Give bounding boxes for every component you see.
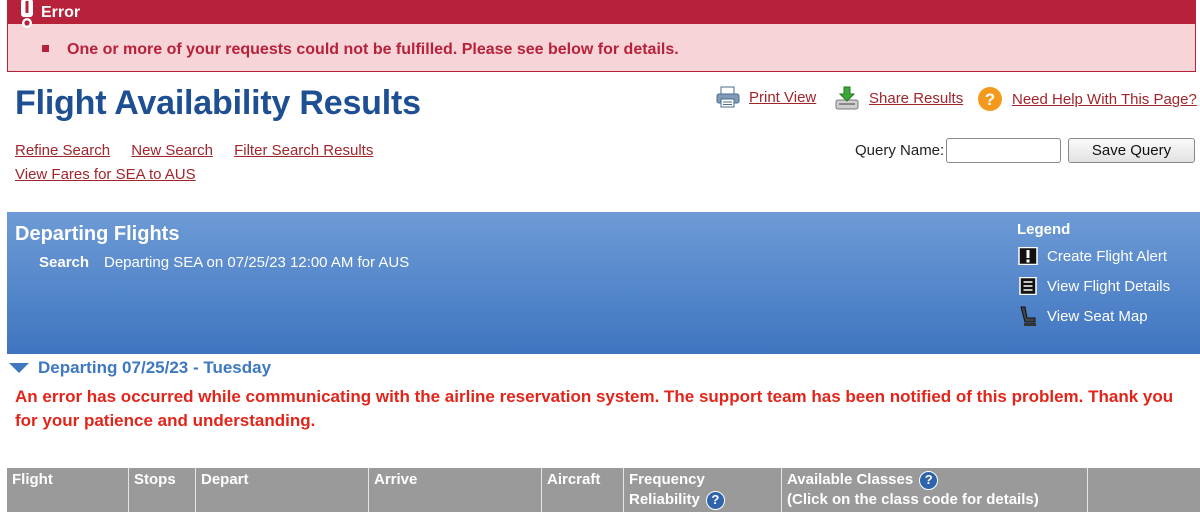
download-icon [835,86,859,110]
col-flight[interactable]: Flight [7,468,129,512]
col-aircraft[interactable]: Aircraft [542,468,624,512]
col-reliability-label: Reliability [629,491,700,508]
triangle-down-icon [9,363,29,373]
filter-results-link[interactable]: Filter Search Results [234,142,373,159]
svg-text:?: ? [985,90,995,109]
details-icon [1017,276,1039,296]
help-icon: ? [978,87,1002,111]
departing-flights-panel: Departing Flights Search Departing SEA o… [7,212,1200,354]
error-message: One or more of your requests could not b… [42,41,679,59]
legend-create-alert[interactable]: Create Flight Alert [1017,246,1167,266]
col-classes-label: Available Classes [787,471,914,488]
new-search-link[interactable]: New Search [131,142,213,159]
bullet-icon [42,45,49,53]
legend-seat-map[interactable]: View Seat Map [1017,306,1148,326]
error-message-text: One or more of your requests could not b… [67,41,679,58]
error-header: Error [8,0,1195,28]
classes-help-icon[interactable]: ? [919,470,939,490]
col-classes-hint: (Click on the class code for details) [787,491,1039,508]
error-banner: Error One or more of your requests could… [7,0,1196,72]
exclamation-icon [21,0,33,28]
print-view-link[interactable]: Print View [716,86,816,108]
col-depart[interactable]: Depart [196,468,369,512]
search-label: Search [39,254,90,271]
system-error-message: An error has occurred while communicatin… [15,387,1174,430]
alert-icon [1017,246,1039,266]
query-name-label: Query Name: [855,142,945,159]
departing-date-toggle[interactable]: Departing 07/25/23 - Tuesday [8,358,271,378]
legend-seat-map-label: View Seat Map [1047,307,1148,325]
legend-create-alert-label: Create Flight Alert [1047,247,1168,265]
col-arrive[interactable]: Arrive [369,468,542,512]
legend-flight-details-label: View Flight Details [1047,277,1171,295]
need-help-label: Need Help With This Page? [1012,90,1197,108]
save-query-button[interactable]: Save Query [1068,138,1195,163]
refine-search-link[interactable]: Refine Search [15,142,110,159]
page-title: Flight Availability Results [15,84,421,122]
print-view-label: Print View [749,88,817,106]
col-extra [1088,468,1200,512]
departing-date-label: Departing 07/25/23 - Tuesday [38,358,272,377]
col-frequency-reliability[interactable]: Frequency Reliability? [624,468,782,512]
share-results-link[interactable]: Share Results [834,86,963,110]
print-icon [716,86,740,108]
col-stops[interactable]: Stops [129,468,196,512]
seat-icon [1017,306,1039,326]
share-results-label: Share Results [869,89,964,107]
flights-table-header: Flight Stops Depart Arrive Aircraft Freq… [7,468,1200,512]
fares-actions: View Fares for SEA to AUS [15,166,196,183]
search-summary: Departing SEA on 07/25/23 12:00 AM for A… [104,254,410,271]
reliability-help-icon[interactable]: ? [705,490,725,510]
panel-title: Departing Flights [15,223,180,245]
legend-title: Legend [1017,221,1071,238]
query-name-input[interactable] [946,138,1061,163]
col-frequency-label: Frequency [629,471,705,488]
need-help-link[interactable]: ? Need Help With This Page? [977,86,1197,112]
error-title: Error [41,4,81,21]
search-actions: Refine Search New Search Filter Search R… [15,142,390,159]
view-fares-link[interactable]: View Fares for SEA to AUS [15,166,196,183]
legend-flight-details[interactable]: View Flight Details [1017,276,1170,296]
col-available-classes[interactable]: Available Classes? (Click on the class c… [782,468,1088,512]
